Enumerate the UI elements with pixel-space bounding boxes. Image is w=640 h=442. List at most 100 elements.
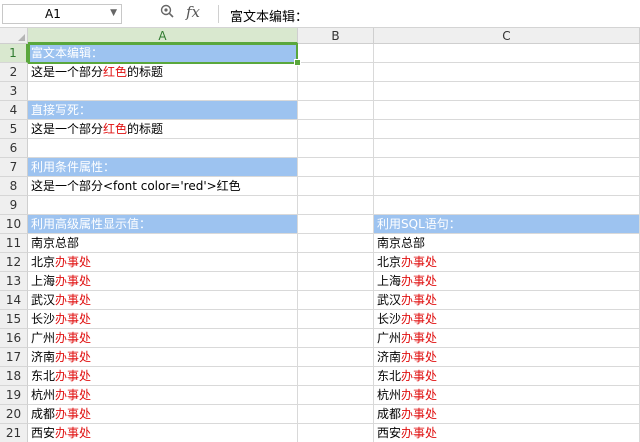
cell-c10[interactable]: 利用SQL语句：	[374, 215, 640, 234]
cell-a7[interactable]: 利用条件属性：	[28, 158, 298, 177]
cell-b5[interactable]	[298, 120, 374, 139]
formula-input[interactable]: 富文本编辑：	[230, 6, 308, 25]
cell-b12[interactable]	[298, 253, 374, 272]
cell-b10[interactable]	[298, 215, 374, 234]
cell-a2[interactable]: 这是一个部分红色的标题	[28, 63, 298, 82]
cell-b4[interactable]	[298, 101, 374, 120]
text-run: 的标题	[127, 122, 164, 136]
cell-c9[interactable]	[374, 196, 640, 215]
cell-a12[interactable]: 北京办事处	[28, 253, 298, 272]
cell-b8[interactable]	[298, 177, 374, 196]
magnifier-icon[interactable]	[160, 4, 174, 18]
cell-a11[interactable]: 南京总部	[28, 234, 298, 253]
row-header[interactable]: 10	[0, 215, 28, 234]
row-header[interactable]: 2	[0, 63, 28, 82]
cell-a4[interactable]: 直接写死：	[28, 101, 298, 120]
cell-a21[interactable]: 西安办事处	[28, 424, 298, 442]
cell-a5[interactable]: 这是一个部分红色的标题	[28, 120, 298, 139]
fx-icon[interactable]: fx	[186, 3, 200, 21]
cell-b11[interactable]	[298, 234, 374, 253]
cell-c18[interactable]: 东北办事处	[374, 367, 640, 386]
row-header[interactable]: 8	[0, 177, 28, 196]
cell-a1[interactable]: 富文本编辑：	[28, 44, 298, 63]
column-header-b[interactable]: B	[298, 28, 374, 44]
cell-b15[interactable]	[298, 310, 374, 329]
select-all-corner[interactable]	[0, 28, 28, 44]
cell-a6[interactable]	[28, 139, 298, 158]
cell-c19[interactable]: 杭州办事处	[374, 386, 640, 405]
cell-b3[interactable]	[298, 82, 374, 101]
cell-a16[interactable]: 广州办事处	[28, 329, 298, 348]
column-header-c[interactable]: C	[374, 28, 640, 44]
cell-c8[interactable]	[374, 177, 640, 196]
cell-b2[interactable]	[298, 63, 374, 82]
row-header[interactable]: 13	[0, 272, 28, 291]
cell-a8[interactable]: 这是一个部分<font color='red'>红色	[28, 177, 298, 196]
row-header[interactable]: 14	[0, 291, 28, 310]
fill-handle[interactable]	[294, 59, 301, 66]
row-header[interactable]: 9	[0, 196, 28, 215]
cell-b16[interactable]	[298, 329, 374, 348]
cell-b6[interactable]	[298, 139, 374, 158]
cell-c7[interactable]	[374, 158, 640, 177]
cell-c12[interactable]: 北京办事处	[374, 253, 640, 272]
cell-a9[interactable]	[28, 196, 298, 215]
text-run: 武汉	[377, 293, 402, 307]
column-header-a[interactable]: A	[28, 28, 298, 44]
row-header[interactable]: 7	[0, 158, 28, 177]
row-header[interactable]: 1	[0, 44, 28, 63]
row-header[interactable]: 3	[0, 82, 28, 101]
cell-a3[interactable]	[28, 82, 298, 101]
cell-a13[interactable]: 上海办事处	[28, 272, 298, 291]
cell-a20[interactable]: 成都办事处	[28, 405, 298, 424]
cell-c6[interactable]	[374, 139, 640, 158]
cell-c13[interactable]: 上海办事处	[374, 272, 640, 291]
row-header[interactable]: 20	[0, 405, 28, 424]
cell-c14[interactable]: 武汉办事处	[374, 291, 640, 310]
row-header[interactable]: 16	[0, 329, 28, 348]
row-header[interactable]: 17	[0, 348, 28, 367]
row-header[interactable]: 5	[0, 120, 28, 139]
cell-b14[interactable]	[298, 291, 374, 310]
row-header[interactable]: 12	[0, 253, 28, 272]
cell-a14[interactable]: 武汉办事处	[28, 291, 298, 310]
cell-c2[interactable]	[374, 63, 640, 82]
cell-a17[interactable]: 济南办事处	[28, 348, 298, 367]
row-header[interactable]: 19	[0, 386, 28, 405]
cell-a10[interactable]: 利用高级属性显示值：	[28, 215, 298, 234]
cell-b18[interactable]	[298, 367, 374, 386]
cell-c4[interactable]	[374, 101, 640, 120]
cell-c5[interactable]	[374, 120, 640, 139]
cell-c15[interactable]: 长沙办事处	[374, 310, 640, 329]
cell-b20[interactable]	[298, 405, 374, 424]
row-header[interactable]: 11	[0, 234, 28, 253]
cell-b13[interactable]	[298, 272, 374, 291]
row-header[interactable]: 6	[0, 139, 28, 158]
chevron-down-icon[interactable]: ▼	[110, 8, 117, 18]
row-header[interactable]: 21	[0, 424, 28, 442]
row-header[interactable]: 4	[0, 101, 28, 120]
red-text-run: 办事处	[55, 255, 92, 269]
cell-b9[interactable]	[298, 196, 374, 215]
cell-c21[interactable]: 西安办事处	[374, 424, 640, 442]
cell-b17[interactable]	[298, 348, 374, 367]
cell-c20[interactable]: 成都办事处	[374, 405, 640, 424]
cell-c11[interactable]: 南京总部	[374, 234, 640, 253]
cell-b1[interactable]	[298, 44, 374, 63]
row-header[interactable]: 18	[0, 367, 28, 386]
cell-c3[interactable]	[374, 82, 640, 101]
cell-b7[interactable]	[298, 158, 374, 177]
text-run: 富文本编辑：	[31, 46, 104, 60]
spreadsheet-grid[interactable]: A B C 1 富文本编辑： 2 这是一个部分红色的标题 3 4 直接写死： 5 这是一个部分红…	[0, 28, 640, 442]
cell-b19[interactable]	[298, 386, 374, 405]
cell-a15[interactable]: 长沙办事处	[28, 310, 298, 329]
name-box[interactable]: A1 ▼	[2, 4, 122, 24]
row-header[interactable]: 15	[0, 310, 28, 329]
cell-a19[interactable]: 杭州办事处	[28, 386, 298, 405]
cell-b21[interactable]	[298, 424, 374, 442]
red-text-run: 办事处	[55, 312, 92, 326]
cell-c17[interactable]: 济南办事处	[374, 348, 640, 367]
cell-c1[interactable]	[374, 44, 640, 63]
cell-c16[interactable]: 广州办事处	[374, 329, 640, 348]
cell-a18[interactable]: 东北办事处	[28, 367, 298, 386]
